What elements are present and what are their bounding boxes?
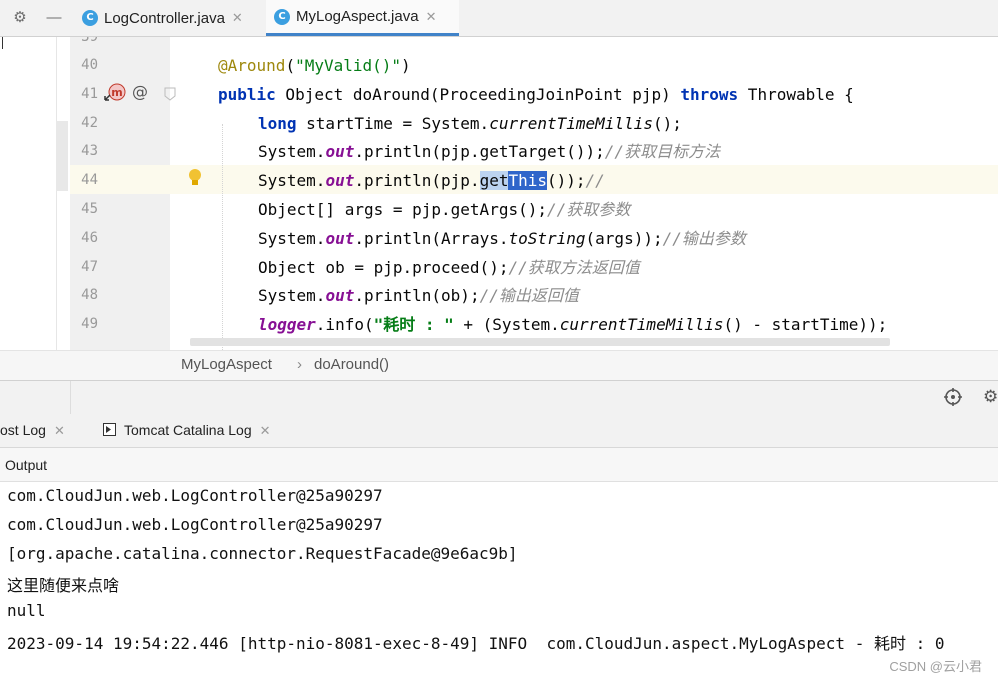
close-icon[interactable]: ✕ — [232, 10, 243, 26]
indent-guide — [222, 124, 223, 350]
breadcrumb: MyLogAspect › doAround() — [0, 350, 998, 380]
console-line: [org.apache.catalina.connector.RequestFa… — [7, 544, 518, 563]
console-line: null — [7, 601, 46, 620]
code-line-40: @Around("MyValid()") — [218, 56, 411, 75]
code-line-48: System.out.println(ob);//输出返回值 — [258, 286, 579, 305]
line-number: 43 — [81, 143, 98, 159]
close-icon[interactable]: ✕ — [426, 9, 437, 25]
line-number: 48 — [81, 287, 98, 303]
bookmark-icon[interactable] — [163, 87, 177, 101]
output-header: Output — [0, 448, 998, 482]
code-line-42: long startTime = System.currentTimeMilli… — [258, 114, 682, 133]
class-icon: C — [82, 10, 98, 26]
close-icon[interactable]: ✕ — [260, 423, 271, 438]
tab-label: MyLogAspect.java — [296, 8, 419, 25]
breadcrumb-method[interactable]: doAround() — [314, 356, 389, 373]
svg-text:m: m — [111, 86, 122, 99]
breadcrumb-class[interactable]: MyLogAspect — [181, 356, 272, 373]
project-panel-edge — [0, 37, 57, 350]
console-output[interactable]: com.CloudJun.web.LogController@25a90297 … — [0, 482, 998, 683]
console-line: 2023-09-14 19:54:22.446 [http-nio-8081-e… — [7, 634, 945, 653]
crosshair-icon[interactable] — [943, 387, 963, 407]
line-number: 46 — [81, 230, 98, 246]
line-number: 39 — [81, 37, 98, 45]
line-number: 45 — [81, 201, 98, 217]
text-cursor — [2, 37, 3, 49]
tab-label: Tomcat Catalina Log — [124, 422, 252, 438]
code-line-47: Object ob = pjp.proceed();//获取方法返回值 — [258, 258, 640, 277]
class-icon: C — [274, 8, 290, 25]
text-selection: This — [508, 171, 548, 190]
tab-localhost-log[interactable]: ost Log ✕ — [0, 422, 65, 439]
tool-window-header: ⚙ — [0, 380, 998, 415]
tool-window-edge — [0, 381, 71, 414]
line-number: 49 — [81, 316, 98, 332]
bulb-icon[interactable] — [186, 167, 204, 189]
tab-label: LogController.java — [104, 9, 225, 27]
scroll-marker — [56, 121, 68, 191]
close-icon[interactable]: ✕ — [54, 423, 65, 438]
gear-icon[interactable]: ⚙ — [983, 387, 998, 407]
line-number: 40 — [81, 57, 98, 73]
log-file-icon — [103, 423, 116, 436]
code-editor[interactable]: 39 40 41 42 43 44 45 46 47 48 49 m @ @Ar… — [0, 37, 998, 350]
code-line-44: System.out.println(pjp.getThis());// — [258, 171, 605, 190]
console-line: com.CloudJun.web.LogController@25a90297 — [7, 486, 383, 505]
console-line: com.CloudJun.web.LogController@25a90297 — [7, 515, 383, 534]
output-title: Output — [5, 457, 48, 473]
override-method-icon[interactable]: m — [103, 82, 127, 104]
gear-icon[interactable]: ⚙ — [11, 9, 29, 27]
log-tabs: ost Log ✕ Tomcat Catalina Log ✕ — [0, 414, 998, 448]
watermark: CSDN @云小君 — [889, 659, 982, 674]
code-line-45: Object[] args = pjp.getArgs();//获取参数 — [258, 200, 631, 219]
tab-label: ost Log — [0, 422, 46, 438]
code-line-41: public Object doAround(ProceedingJoinPoi… — [218, 85, 854, 104]
line-number: 47 — [81, 259, 98, 275]
at-icon[interactable]: @ — [132, 82, 148, 101]
code-line-49: logger.info("耗时 : " + (System.currentTim… — [258, 315, 888, 334]
code-line-43: System.out.println(pjp.getTarget());//获取… — [258, 142, 721, 161]
word-highlight: get — [479, 171, 509, 190]
breadcrumb-separator: › — [297, 356, 302, 373]
tab-mylogaspect[interactable]: C MyLogAspect.java ✕ — [266, 0, 459, 36]
tab-tomcat-catalina-log[interactable]: Tomcat Catalina Log ✕ — [103, 422, 271, 439]
code-line-46: System.out.println(Arrays.toString(args)… — [258, 229, 746, 248]
console-line: 这里随便来点啥 — [7, 576, 120, 595]
tab-logcontroller[interactable]: C LogController.java ✕ — [74, 0, 264, 36]
line-number: 42 — [81, 115, 98, 131]
editor-tab-bar: ⚙ — C LogController.java ✕ C MyLogAspect… — [0, 0, 998, 37]
line-number: 44 — [81, 172, 98, 188]
minus-icon[interactable]: — — [45, 9, 63, 27]
horizontal-scrollbar[interactable] — [190, 338, 890, 346]
line-number: 41 — [81, 86, 98, 102]
